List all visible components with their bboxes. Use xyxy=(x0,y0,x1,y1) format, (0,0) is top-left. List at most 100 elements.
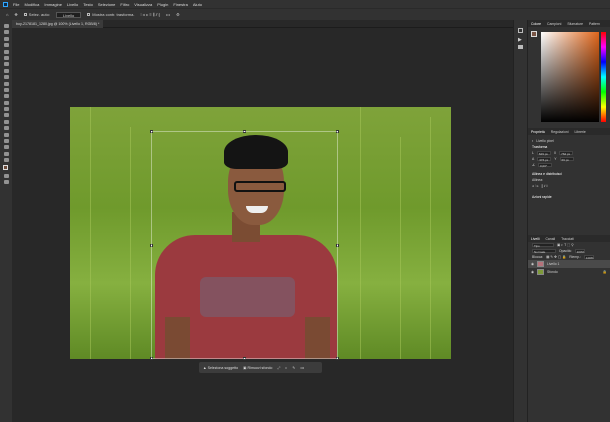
menu-filtro[interactable]: Filtro xyxy=(120,2,129,7)
menu-aiuto[interactable]: Aiuto xyxy=(193,2,202,7)
tab-canali[interactable]: Canali xyxy=(545,237,555,241)
screen-mode-icon[interactable] xyxy=(3,180,9,185)
opacity-field[interactable]: 100% xyxy=(574,249,585,254)
properties-panel: Proprietà Regolazioni Librerie ▪ Livello pi… xyxy=(528,128,610,226)
tab-sfumature[interactable]: Sfumature xyxy=(567,22,583,26)
tab-librerie[interactable]: Librerie xyxy=(574,130,585,134)
tab-campioni[interactable]: Campioni xyxy=(547,22,561,26)
tab-proprieta[interactable]: Proprietà xyxy=(531,130,545,134)
gradient-tool-icon[interactable] xyxy=(3,100,9,105)
photoshop-logo-icon xyxy=(3,1,8,7)
mask-icon[interactable]: ◐ xyxy=(285,366,287,370)
stamp-tool-icon[interactable] xyxy=(3,81,9,86)
auto-select-dropdown[interactable]: Livello xyxy=(55,11,82,18)
auto-select-label: Selez. auto: xyxy=(28,12,50,17)
foreground-color-swatch[interactable] xyxy=(531,31,537,37)
pen-tool-icon[interactable] xyxy=(3,119,9,124)
tab-pattern[interactable]: Pattern xyxy=(589,22,600,26)
blur-tool-icon[interactable] xyxy=(3,107,9,112)
path-select-icon[interactable] xyxy=(3,132,9,137)
more-button[interactable]: ••• xyxy=(300,366,304,370)
y-field[interactable]: 66 px xyxy=(559,157,574,162)
tab-tracciati[interactable]: Tracciati xyxy=(561,237,574,241)
more-tools-icon[interactable] xyxy=(3,158,9,163)
filter-icons[interactable]: ▣ ◐ T ⬚ ⚲ xyxy=(557,243,574,247)
transform-bounding-box[interactable] xyxy=(151,131,338,359)
show-transform-label: Mostra contr. trasforma. xyxy=(92,12,135,17)
menu-bar: File Modifica Immagine Livello Testo Sel… xyxy=(0,0,610,8)
options-bar: ⌂ ✥ Selez. auto: Livello Mostra contr. t… xyxy=(0,8,610,20)
crop-tool-icon[interactable] xyxy=(3,49,9,54)
menu-selezione[interactable]: Selezione xyxy=(98,2,116,7)
angle-field[interactable]: 0,00° xyxy=(538,163,553,168)
tab-regolazioni[interactable]: Regolazioni xyxy=(551,130,569,134)
home-icon[interactable]: ⌂ xyxy=(6,12,8,17)
menu-plugin[interactable]: Plugin xyxy=(157,2,168,7)
fill-label: Riemp.: xyxy=(569,255,581,259)
document-tab[interactable]: boy-2178181_1280.jpg @ 100% (Livello 1, … xyxy=(12,20,104,28)
lock-icon: 🔒 xyxy=(602,270,607,274)
quick-actions-title[interactable]: Azioni rapide xyxy=(532,195,552,199)
eyedropper-tool-icon[interactable] xyxy=(3,62,9,67)
hue-slider[interactable] xyxy=(601,32,606,122)
tab-colore[interactable]: Colore xyxy=(531,22,541,26)
zoom-tool-icon[interactable] xyxy=(3,151,9,156)
move-tool-icon[interactable] xyxy=(3,24,9,28)
lasso-tool-icon[interactable] xyxy=(3,36,9,41)
comment-icon[interactable] xyxy=(518,45,523,49)
brush-tool-icon[interactable] xyxy=(3,75,9,80)
hand-tool-icon[interactable] xyxy=(3,145,9,150)
layer-row[interactable]: ◉ Sfondo 🔒 xyxy=(528,268,610,276)
lock-label: Blocca: xyxy=(532,255,544,259)
menu-immagine[interactable]: Immagine xyxy=(44,2,62,7)
opacity-label: Opacità: xyxy=(559,249,572,253)
type-tool-icon[interactable] xyxy=(3,126,9,131)
dodge-tool-icon[interactable] xyxy=(3,113,9,118)
height-field[interactable]: 376 px xyxy=(537,157,552,162)
layer-kind-filter[interactable]: Tipo xyxy=(532,243,554,248)
auto-select-checkbox[interactable]: Selez. auto: xyxy=(23,12,50,17)
eraser-tool-icon[interactable] xyxy=(3,94,9,99)
color-picker-field[interactable] xyxy=(541,32,599,122)
width-field[interactable]: 629 px xyxy=(536,151,551,156)
quick-mask-icon[interactable] xyxy=(3,173,9,178)
lock-icons[interactable]: ▦ ✎ ✥ ▢ 🔒 xyxy=(546,255,566,259)
history-brush-icon[interactable] xyxy=(3,87,9,92)
fill-field[interactable]: 100% xyxy=(583,255,594,260)
healing-tool-icon[interactable] xyxy=(3,68,9,73)
history-icon[interactable] xyxy=(518,28,523,33)
pin-icon[interactable]: ✎ xyxy=(292,366,295,370)
remove-background-button[interactable]: ▣ Rimuovi sfondo xyxy=(243,366,272,370)
tab-livelli[interactable]: Livelli xyxy=(531,237,539,241)
quick-select-tool-icon[interactable] xyxy=(3,43,9,48)
align-label: Allinea: xyxy=(532,178,544,182)
play-icon[interactable]: ▶ xyxy=(518,37,527,43)
transform-section-title[interactable]: Trasforma xyxy=(532,145,547,149)
align-section-title[interactable]: Allinea e distribuisci xyxy=(532,172,562,176)
show-transform-checkbox[interactable]: Mostra contr. trasforma. xyxy=(87,12,134,17)
eye-icon[interactable]: ◉ xyxy=(531,270,534,274)
select-subject-button[interactable]: ▲ Seleziona soggetto xyxy=(203,366,238,370)
transform-icon[interactable]: ⤢ xyxy=(277,366,280,370)
marquee-tool-icon[interactable] xyxy=(3,30,9,35)
frame-tool-icon[interactable] xyxy=(3,55,9,60)
move-tool-icon[interactable]: ✥ xyxy=(14,12,17,17)
layer-type-label: Livello pixel xyxy=(536,139,554,143)
menu-file[interactable]: File xyxy=(13,2,19,7)
menu-modifica[interactable]: Modifica xyxy=(24,2,39,7)
right-panels: Colore Campioni Sfumature Pattern Proprietà… xyxy=(527,20,610,422)
menu-visualizza[interactable]: Visualizza xyxy=(134,2,152,7)
align-buttons-icon[interactable]: ⫷ ⫶ ⫸ ⫼ ⫽ ⫾ xyxy=(532,184,547,188)
more-options-button[interactable]: ••• xyxy=(166,12,170,17)
x-field[interactable]: 762 px xyxy=(559,151,574,156)
align-icons[interactable]: ⫶ ⫷ ⫸ ≡ ⫼ ⫽ ⫾ xyxy=(140,12,159,17)
layer-row[interactable]: ◉ Livello 1 xyxy=(528,260,610,268)
shape-tool-icon[interactable] xyxy=(3,139,9,144)
menu-livello[interactable]: Livello xyxy=(67,2,78,7)
menu-finestra[interactable]: Finestra xyxy=(173,2,187,7)
color-swatches-icon[interactable] xyxy=(2,164,10,172)
blend-mode-dropdown[interactable]: Normale xyxy=(532,249,556,254)
eye-icon[interactable]: ◉ xyxy=(531,262,534,266)
gear-icon[interactable]: ⚙ xyxy=(176,12,180,17)
menu-testo[interactable]: Testo xyxy=(83,2,93,7)
